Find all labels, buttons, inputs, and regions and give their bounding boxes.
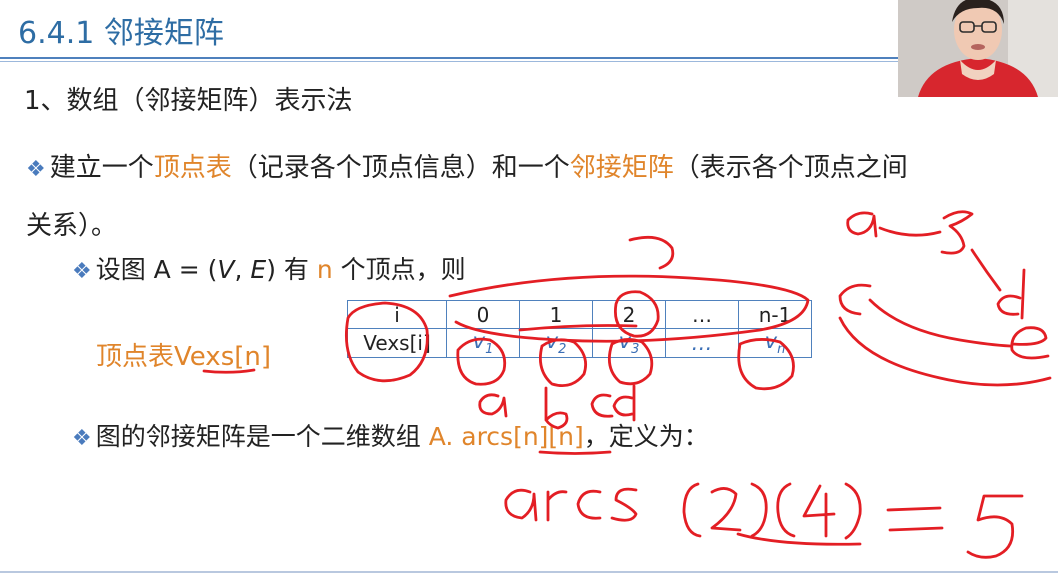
ink-circle-i <box>344 301 429 383</box>
ink-bracket-4 <box>776 482 862 540</box>
ink-circle-v2 <box>538 338 588 388</box>
ink-edge-b-d <box>970 248 1002 292</box>
ink-circle-v1 <box>456 337 507 386</box>
ink-bracket-2 <box>682 482 768 538</box>
ink-edge-c-e <box>868 298 1012 348</box>
ink-letter-e-right <box>1010 326 1050 360</box>
ink-strike-bracket <box>736 532 862 546</box>
ink-circle-vn <box>737 338 795 391</box>
ink-letter-a <box>478 393 508 418</box>
ink-underline-vexs <box>202 368 256 374</box>
ink-edge-a-b <box>878 226 942 237</box>
ink-circle-2 <box>614 290 660 338</box>
ink-letter-a-right <box>846 211 878 238</box>
ink-digit-5 <box>966 494 1024 559</box>
ink-letter-d-right <box>996 268 1026 320</box>
ink-loop-over-table <box>448 274 810 343</box>
ink-edge-bottom <box>838 316 1052 387</box>
handwriting-layer <box>202 210 1052 559</box>
ink-mark-above <box>628 235 675 270</box>
ink-letter-b-right <box>940 210 974 255</box>
ink-underline-arcs <box>538 450 612 455</box>
ink-letter-b <box>544 386 569 430</box>
ink-word-arcs <box>504 487 638 522</box>
ink-letter-c <box>590 393 614 418</box>
ink-circle-v3 <box>607 338 654 386</box>
ink-letter-d <box>612 384 636 422</box>
ink-equals <box>886 506 944 532</box>
ink-letter-c-right <box>838 283 872 316</box>
